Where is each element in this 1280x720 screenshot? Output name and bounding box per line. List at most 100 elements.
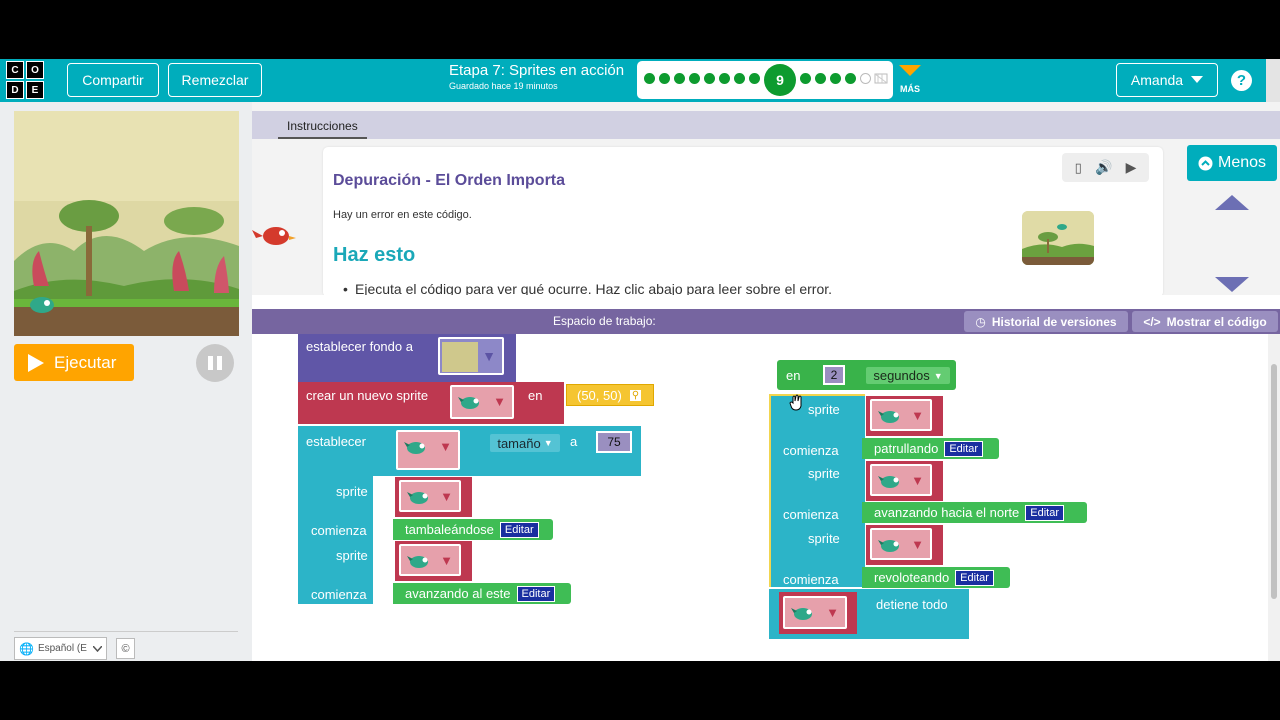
property-dropdown[interactable]: tamaño ▼: [490, 434, 560, 452]
sprite-picker[interactable]: [399, 544, 461, 576]
sprite-socket[interactable]: [395, 541, 472, 581]
help-icon[interactable]: ?: [1231, 70, 1252, 91]
level-dot[interactable]: [704, 73, 715, 84]
workspace-scrollbar[interactable]: [1268, 334, 1280, 661]
sprite-picker[interactable]: [450, 385, 514, 419]
location-pin-icon: ⚲: [629, 389, 642, 401]
user-menu-button[interactable]: Amanda: [1116, 63, 1218, 97]
level-dot[interactable]: [830, 73, 841, 84]
behavior-block[interactable]: avanzando al este Editar: [393, 583, 571, 604]
language-select[interactable]: 🌐 Español (E: [14, 637, 107, 660]
speaker-icon[interactable]: 🔊: [1095, 159, 1112, 176]
block-stop-all[interactable]: detiene todo: [769, 589, 969, 639]
chevron-down-icon: [92, 645, 102, 652]
do-this-heading: Haz esto: [333, 244, 416, 266]
caret-down-icon: [1191, 76, 1204, 83]
level-dot[interactable]: [845, 73, 856, 84]
block-sprite-begins[interactable]: sprite comienza sprite comienza sprite c…: [769, 394, 865, 587]
sprite-socket[interactable]: [866, 461, 943, 501]
level-dot-unfinished[interactable]: [860, 73, 871, 84]
page-scrollbar[interactable]: [1266, 59, 1280, 102]
workspace-canvas[interactable]: establecer fondo a ▼ crear un nuevo spri…: [252, 334, 1268, 661]
block-text: sprite: [808, 531, 840, 546]
size-input[interactable]: 75: [596, 431, 632, 453]
scroll-up-icon[interactable]: [1215, 195, 1249, 210]
stage-title: Etapa 7: Sprites en acción: [449, 62, 625, 79]
level-dot[interactable]: [689, 73, 700, 84]
share-button[interactable]: Compartir: [67, 63, 159, 97]
show-code-button[interactable]: </> Mostrar el código: [1132, 311, 1278, 332]
block-create-sprite[interactable]: crear un nuevo sprite en: [298, 382, 564, 424]
language-value: Español (E: [37, 643, 87, 654]
current-level-bubble[interactable]: 9: [764, 64, 796, 96]
behavior-block[interactable]: tambaleándose Editar: [393, 519, 553, 540]
block-set-property[interactable]: establecer tamaño ▼ a 75: [298, 426, 641, 476]
behavior-block[interactable]: revoloteando Editar: [862, 567, 1010, 588]
sprite-picker[interactable]: [870, 399, 932, 431]
sprite-socket[interactable]: [395, 477, 472, 517]
position-input[interactable]: (50, 50) ⚲: [566, 384, 654, 406]
run-button[interactable]: Ejecutar: [14, 344, 134, 381]
level-dot[interactable]: [644, 73, 655, 84]
block-set-background[interactable]: establecer fondo a ▼: [298, 334, 516, 382]
sprite-socket[interactable]: [779, 592, 857, 634]
block-text: sprite: [808, 466, 840, 481]
copyright-button[interactable]: ©: [116, 638, 135, 659]
show-code-label: Mostrar el código: [1166, 314, 1267, 329]
audio-controls: ▯ 🔊 ▶: [1062, 153, 1149, 182]
more-label[interactable]: MÁS: [900, 84, 920, 94]
level-dot[interactable]: [659, 73, 670, 84]
workspace-header: Espacio de trabajo: ◷ Historial de versi…: [252, 309, 1280, 334]
sprite-picker[interactable]: [399, 480, 461, 512]
level-dot[interactable]: [734, 73, 745, 84]
time-unit-dropdown[interactable]: segundos ▼: [866, 367, 950, 384]
sprite-picker[interactable]: [870, 528, 932, 560]
dragon-sprite-icon: [407, 556, 428, 568]
scroll-down-icon[interactable]: [1215, 277, 1249, 292]
saved-status: Guardado hace 19 minutos: [449, 81, 558, 91]
game-canvas[interactable]: [14, 111, 239, 336]
version-history-button[interactable]: ◷ Historial de versiones: [964, 311, 1128, 332]
level-dot[interactable]: [815, 73, 826, 84]
sprite-picker[interactable]: [870, 464, 932, 496]
clock-icon: ◷: [975, 314, 986, 329]
play-icon[interactable]: ▶: [1126, 159, 1137, 176]
text-to-speech-icon[interactable]: ▯: [1075, 160, 1082, 176]
dropdown-arrow-icon: ▼: [543, 438, 553, 448]
dropdown-arrow-icon: ▼: [482, 348, 496, 364]
sprite-picker[interactable]: [783, 596, 847, 629]
edit-behavior-button[interactable]: Editar: [499, 521, 539, 538]
sprite-socket[interactable]: [866, 396, 943, 436]
collapse-instructions-button[interactable]: Menos: [1187, 145, 1277, 181]
level-dot[interactable]: [719, 73, 730, 84]
behavior-block[interactable]: patrullando Editar: [862, 438, 999, 459]
user-name: Amanda: [1130, 72, 1184, 88]
block-sprite-begins[interactable]: sprite comienza sprite comienza: [298, 476, 373, 604]
edit-behavior-button[interactable]: Editar: [955, 569, 994, 586]
globe-icon: 🌐: [19, 641, 34, 656]
edit-behavior-button[interactable]: Editar: [516, 585, 556, 602]
level-dot[interactable]: [674, 73, 685, 84]
block-after-seconds[interactable]: en 2 segundos ▼: [777, 360, 956, 390]
edit-behavior-button[interactable]: Editar: [1025, 504, 1065, 521]
red-bird-icon: [252, 227, 296, 245]
level-dot[interactable]: [749, 73, 760, 84]
time-unit-value: segundos: [873, 368, 930, 383]
code-logo[interactable]: C O D E: [6, 61, 44, 99]
remix-button[interactable]: Remezclar: [168, 63, 262, 97]
edit-behavior-button[interactable]: Editar: [944, 440, 984, 457]
behavior-block[interactable]: avanzando hacia el norte Editar: [862, 502, 1087, 523]
more-arrow-icon[interactable]: [899, 65, 921, 76]
hand-cursor-icon: [789, 394, 802, 411]
flag-icon[interactable]: [874, 73, 888, 85]
level-dot[interactable]: [800, 73, 811, 84]
left-panel: Ejecutar 🌐 Español (E ©: [0, 102, 252, 661]
sprite-socket[interactable]: [866, 525, 943, 565]
pause-button[interactable]: [196, 344, 234, 382]
seconds-input[interactable]: 2: [823, 365, 845, 385]
instructions-panel: Instrucciones Depuración - El Orden Impo…: [252, 102, 1280, 295]
tab-instructions[interactable]: Instrucciones: [278, 115, 367, 139]
background-picker[interactable]: ▼: [438, 337, 504, 375]
level-thumbnail[interactable]: [1022, 211, 1094, 265]
sprite-picker[interactable]: [396, 430, 460, 470]
